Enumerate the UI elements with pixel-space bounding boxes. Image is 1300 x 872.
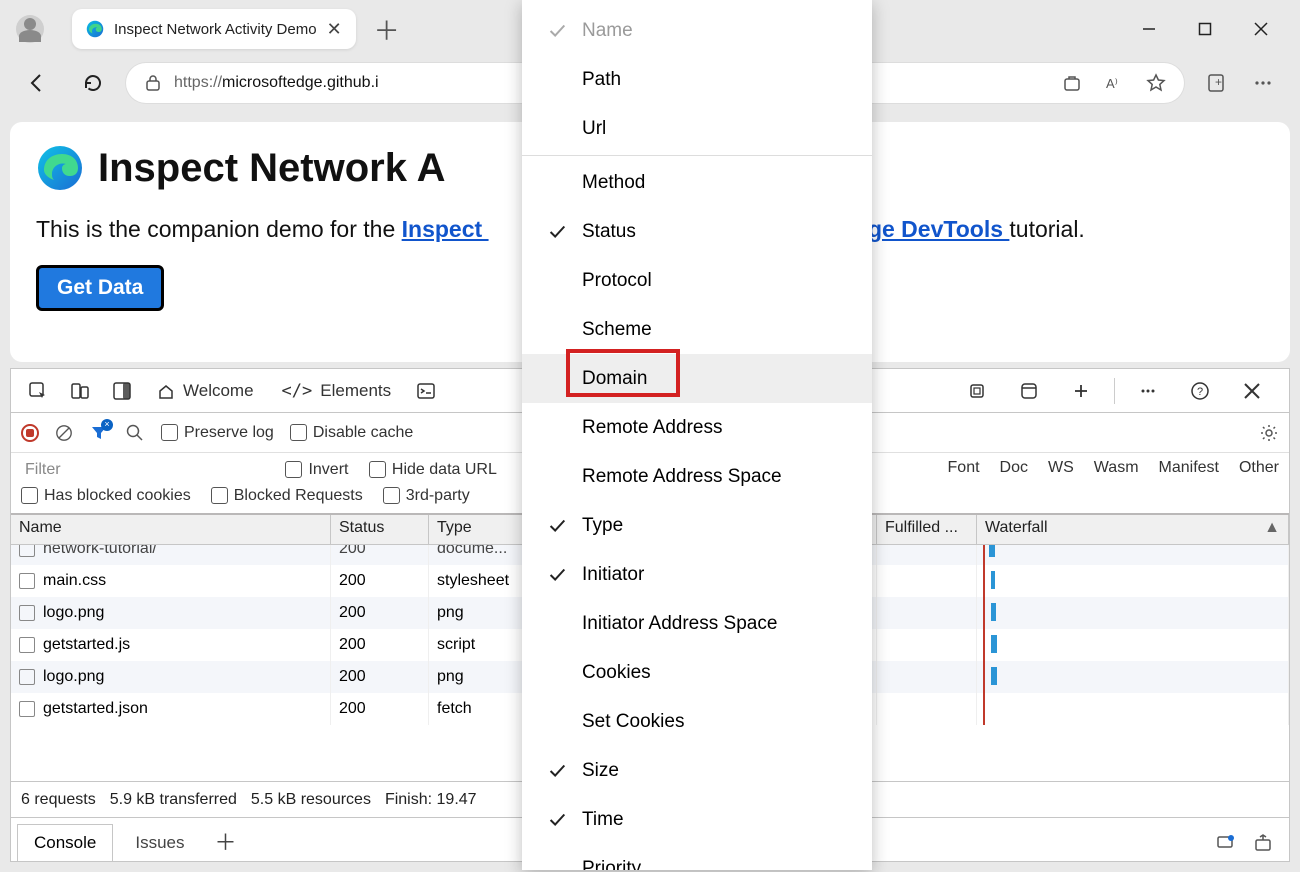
filter-doc[interactable]: Doc [1000, 459, 1028, 477]
col-status[interactable]: Status [331, 515, 429, 544]
filter-ws[interactable]: WS [1048, 459, 1074, 477]
app-panel-icon[interactable] [1012, 374, 1046, 408]
close-devtools-icon[interactable] [1235, 374, 1269, 408]
url-text: https://microsoftedge.github.i [174, 74, 379, 92]
menu-item-domain[interactable]: Domain [522, 354, 872, 403]
dock-side-icon[interactable] [105, 374, 139, 408]
maximize-icon[interactable] [1198, 22, 1212, 36]
toolbar-icons: + [1194, 72, 1286, 94]
shopping-icon[interactable] [1062, 73, 1082, 93]
read-aloud-icon[interactable]: A⁾ [1104, 73, 1124, 93]
back-button[interactable] [20, 66, 54, 100]
menu-item-set-cookies[interactable]: Set Cookies [522, 697, 872, 746]
tab-console-icon[interactable] [409, 374, 443, 408]
filter-input[interactable]: Filter [21, 459, 241, 481]
hide-data-url-checkbox[interactable]: Hide data URL [369, 461, 497, 478]
edge-logo-icon [36, 144, 84, 192]
window-controls [1142, 22, 1292, 36]
drawer-issues-icon[interactable] [1215, 833, 1235, 853]
menu-item-size[interactable]: Size [522, 746, 872, 795]
menu-item-path[interactable]: Path [522, 55, 872, 104]
svg-text:A⁾: A⁾ [1106, 76, 1118, 91]
add-panel-icon[interactable] [1064, 374, 1098, 408]
tab-title: Inspect Network Activity Demo [114, 21, 317, 38]
search-icon[interactable] [125, 423, 145, 443]
menu-item-time[interactable]: Time [522, 795, 872, 844]
tab-close-icon[interactable]: ✕ [327, 19, 342, 40]
footer-transferred: 5.9 kB transferred [110, 791, 237, 809]
col-fulfilled[interactable]: Fulfilled ... [877, 515, 977, 544]
menu-item-protocol[interactable]: Protocol [522, 256, 872, 305]
help-icon[interactable]: ? [1183, 374, 1217, 408]
menu-item-url[interactable]: Url [522, 104, 872, 153]
filter-other[interactable]: Other [1239, 459, 1279, 477]
tab-elements[interactable]: </>Elements [270, 369, 404, 412]
footer-finish: Finish: 19.47 [385, 791, 477, 809]
device-toggle-icon[interactable] [63, 374, 97, 408]
invert-checkbox[interactable]: Invert [285, 461, 348, 478]
drawer-tab-issues[interactable]: Issues [119, 825, 200, 861]
menu-item-initiator-address-space[interactable]: Initiator Address Space [522, 599, 872, 648]
more-menu-icon[interactable] [1252, 72, 1274, 94]
svg-text:?: ? [1197, 386, 1203, 398]
profile-avatar[interactable] [16, 15, 44, 43]
drawer-tab-console[interactable]: Console [17, 824, 113, 861]
tab-welcome[interactable]: Welcome [145, 369, 266, 412]
preserve-log-checkbox[interactable]: Preserve log [161, 424, 274, 442]
disable-cache-checkbox[interactable]: Disable cache [290, 424, 414, 442]
site-lock-icon[interactable] [144, 74, 162, 92]
drawer-add-icon[interactable]: ＋ [201, 821, 251, 861]
menu-item-remote-address[interactable]: Remote Address [522, 403, 872, 452]
filter-toggle-icon[interactable] [89, 423, 109, 443]
collections-icon[interactable]: + [1206, 72, 1228, 94]
inspect-link[interactable]: Inspect [402, 216, 489, 242]
inspect-element-icon[interactable] [21, 374, 55, 408]
record-button[interactable] [21, 424, 39, 442]
menu-item-name: Name [522, 6, 872, 55]
blocked-cookies-checkbox[interactable]: Has blocked cookies [21, 487, 191, 505]
kebab-menu-icon[interactable] [1131, 374, 1165, 408]
third-party-checkbox[interactable]: 3rd-party [383, 487, 470, 505]
filter-wasm[interactable]: Wasm [1094, 459, 1139, 477]
footer-resources: 5.5 kB resources [251, 791, 371, 809]
menu-item-type[interactable]: Type [522, 501, 872, 550]
page-heading: Inspect Network A [98, 146, 445, 191]
browser-tab[interactable]: Inspect Network Activity Demo ✕ [72, 9, 356, 49]
get-data-button[interactable]: Get Data [36, 265, 164, 311]
filter-font[interactable]: Font [948, 459, 980, 477]
edge-favicon [86, 20, 104, 38]
menu-item-status[interactable]: Status [522, 207, 872, 256]
menu-item-cookies[interactable]: Cookies [522, 648, 872, 697]
minimize-icon[interactable] [1142, 22, 1156, 36]
svg-text:+: + [1215, 75, 1222, 89]
settings-gear-icon[interactable] [1259, 423, 1279, 443]
menu-item-scheme[interactable]: Scheme [522, 305, 872, 354]
menu-item-remote-address-space[interactable]: Remote Address Space [522, 452, 872, 501]
columns-context-menu[interactable]: NamePathUrl MethodStatusProtocolSchemeDom… [522, 0, 872, 870]
footer-requests: 6 requests [21, 791, 96, 809]
drawer-expand-icon[interactable] [1253, 833, 1273, 853]
memory-chip-icon[interactable] [960, 374, 994, 408]
menu-item-method[interactable]: Method [522, 158, 872, 207]
col-name[interactable]: Name [11, 515, 331, 544]
menu-item-priority[interactable]: Priority [522, 844, 872, 870]
blocked-requests-checkbox[interactable]: Blocked Requests [211, 487, 363, 505]
menu-item-initiator[interactable]: Initiator [522, 550, 872, 599]
favorite-star-icon[interactable] [1146, 73, 1166, 93]
new-tab-button[interactable]: ＋ [374, 11, 400, 48]
col-waterfall[interactable]: Waterfall▲ [977, 515, 1289, 544]
close-window-icon[interactable] [1254, 22, 1268, 36]
refresh-button[interactable] [76, 66, 110, 100]
clear-log-icon[interactable] [55, 424, 73, 442]
filter-manifest[interactable]: Manifest [1159, 459, 1219, 477]
